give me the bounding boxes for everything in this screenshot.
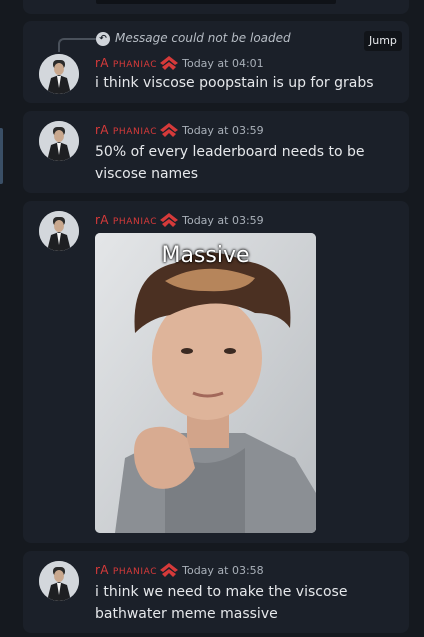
message-text: 50% of every leaderboard needs to be vis… bbox=[95, 144, 365, 182]
reply-arrow-icon: ↶ bbox=[96, 32, 110, 46]
timestamp: Today at 03:58 bbox=[182, 563, 264, 577]
message-header: rA PHANIAC Today at 03:58 bbox=[95, 562, 264, 578]
username[interactable]: rA PHANIAC bbox=[95, 123, 157, 137]
red-chevron-badge-icon bbox=[160, 56, 179, 70]
avatar[interactable] bbox=[39, 211, 79, 251]
timestamp: Today at 04:01 bbox=[182, 56, 264, 70]
red-chevron-badge-icon bbox=[160, 213, 179, 227]
jump-button[interactable]: Jump bbox=[364, 31, 402, 51]
image-attachment[interactable]: Massive bbox=[95, 233, 316, 533]
reply-preview-text[interactable]: Message could not be loaded bbox=[115, 31, 291, 45]
username[interactable]: rA PHANIAC bbox=[95, 563, 157, 577]
message-header: rA PHANIAC Today at 03:59 bbox=[95, 122, 264, 138]
timestamp: Today at 03:59 bbox=[182, 213, 264, 227]
image-caption: Massive bbox=[161, 243, 250, 268]
previous-message-card bbox=[23, 0, 409, 14]
avatar[interactable] bbox=[39, 54, 79, 94]
message-header: rA PHANIAC Today at 03:59 bbox=[95, 212, 264, 228]
message-text: i think viscose poopstain is up for grab… bbox=[95, 75, 374, 91]
red-chevron-badge-icon bbox=[160, 123, 179, 137]
message-header: rA PHANIAC Today at 04:01 bbox=[95, 55, 264, 71]
meme-image bbox=[95, 233, 316, 533]
scroll-marker bbox=[0, 128, 3, 184]
avatar[interactable] bbox=[39, 561, 79, 601]
chat-view: ↶ Message could not be loaded Jump rA PH… bbox=[0, 0, 424, 637]
avatar[interactable] bbox=[39, 121, 79, 161]
red-chevron-badge-icon bbox=[160, 563, 179, 577]
username[interactable]: rA PHANIAC bbox=[95, 213, 157, 227]
previous-message-attachment bbox=[96, 0, 336, 4]
username[interactable]: rA PHANIAC bbox=[95, 56, 157, 70]
reply-connector bbox=[58, 38, 96, 52]
timestamp: Today at 03:59 bbox=[182, 123, 264, 137]
message-text: i think we need to make the viscose bath… bbox=[95, 584, 348, 622]
